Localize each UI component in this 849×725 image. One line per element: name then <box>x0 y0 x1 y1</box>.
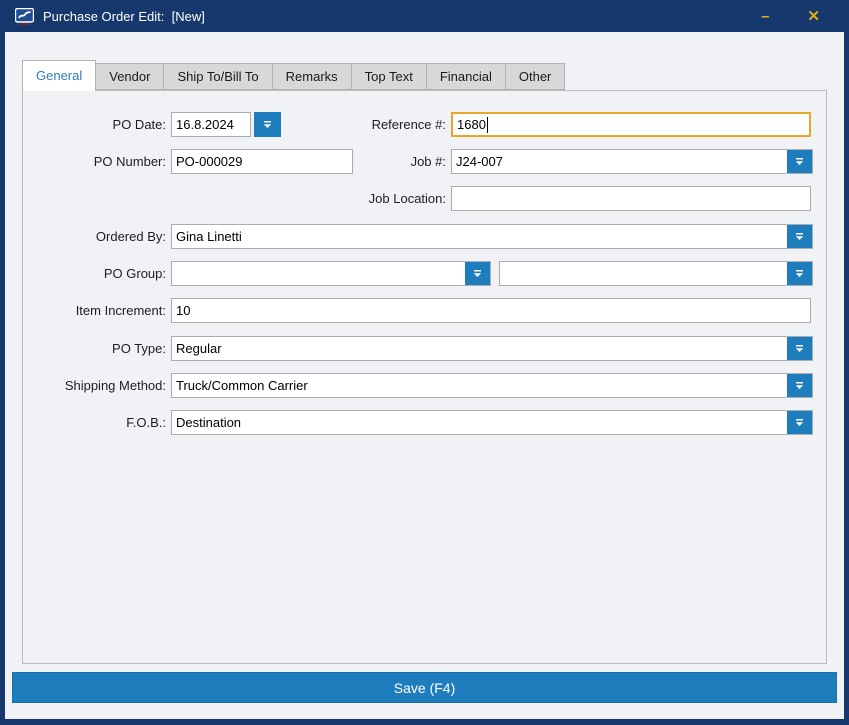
reference-label: Reference #: <box>371 117 446 132</box>
job-number-combo: J24-007 <box>451 149 813 174</box>
ordered-by-dropdown-button[interactable] <box>787 225 812 248</box>
po-type-combo: Regular <box>171 336 813 361</box>
tab-vendor[interactable]: Vendor <box>95 63 165 90</box>
app-icon <box>15 7 34 25</box>
po-group-label: PO Group: <box>103 266 166 281</box>
po-group-secondary-dropdown-button[interactable] <box>787 262 812 285</box>
po-group-primary-combo <box>171 261 491 286</box>
po-type-value[interactable]: Regular <box>172 337 787 360</box>
job-location-input[interactable] <box>451 186 811 211</box>
job-number-label: Job #: <box>410 154 446 169</box>
tab-general[interactable]: General <box>22 60 97 91</box>
item-increment-label: Item Increment: <box>75 303 166 318</box>
fob-value[interactable]: Destination <box>172 411 787 434</box>
shipping-method-label: Shipping Method: <box>64 378 166 393</box>
titlebar: Purchase Order Edit: [New] – ✕ <box>5 0 844 32</box>
titlebar-controls: – ✕ <box>761 9 834 24</box>
reference-value: 1680 <box>457 117 486 132</box>
job-number-value[interactable]: J24-007 <box>452 150 787 173</box>
shipping-method-dropdown-button[interactable] <box>787 374 812 397</box>
po-group-secondary-combo <box>499 261 813 286</box>
po-type-label: PO Type: <box>112 341 166 356</box>
tab-remarks[interactable]: Remarks <box>271 63 352 90</box>
fob-combo: Destination <box>171 410 813 435</box>
purchase-order-edit-window: Purchase Order Edit: [New] – ✕ General V… <box>0 0 849 725</box>
fob-label: F.O.B.: <box>126 415 166 430</box>
dropdown-arrow-icon <box>263 121 272 128</box>
po-date-label: PO Date: <box>112 117 166 132</box>
item-increment-input[interactable] <box>171 298 811 323</box>
ordered-by-label: Ordered By: <box>95 229 166 244</box>
window-title: Purchase Order Edit: [New] <box>43 8 205 24</box>
fob-dropdown-button[interactable] <box>787 411 812 434</box>
save-button[interactable]: Save (F4) <box>12 672 837 703</box>
po-group-primary-dropdown-button[interactable] <box>465 262 490 285</box>
po-number-label: PO Number: <box>93 154 166 169</box>
po-date-input[interactable] <box>171 112 251 137</box>
job-number-dropdown-button[interactable] <box>787 150 812 173</box>
po-date-dropdown-button[interactable] <box>254 112 281 137</box>
dropdown-arrow-icon <box>795 158 804 165</box>
tab-ship-to-bill-to[interactable]: Ship To/Bill To <box>163 63 273 90</box>
window-content: General Vendor Ship To/Bill To Remarks T… <box>5 32 844 719</box>
dropdown-arrow-icon <box>795 382 804 389</box>
po-type-dropdown-button[interactable] <box>787 337 812 360</box>
tab-panel-general: PO Date: Reference #: 1680 PO Number: Jo… <box>22 90 827 664</box>
close-button[interactable]: ✕ <box>807 9 820 24</box>
minimize-button[interactable]: – <box>761 9 769 24</box>
po-group-primary-value[interactable] <box>172 262 465 285</box>
ordered-by-combo: Gina Linetti <box>171 224 813 249</box>
tab-top-text[interactable]: Top Text <box>350 63 427 90</box>
dropdown-arrow-icon <box>795 270 804 277</box>
dropdown-arrow-icon <box>795 233 804 240</box>
tab-strip: General Vendor Ship To/Bill To Remarks T… <box>22 60 566 91</box>
dropdown-arrow-icon <box>795 419 804 426</box>
po-group-secondary-value[interactable] <box>500 262 787 285</box>
reference-input[interactable]: 1680 <box>451 112 811 137</box>
shipping-method-value[interactable]: Truck/Common Carrier <box>172 374 787 397</box>
dropdown-arrow-icon <box>795 345 804 352</box>
shipping-method-combo: Truck/Common Carrier <box>171 373 813 398</box>
ordered-by-value[interactable]: Gina Linetti <box>172 225 787 248</box>
job-location-label: Job Location: <box>368 191 446 206</box>
tab-financial[interactable]: Financial <box>425 63 506 90</box>
dropdown-arrow-icon <box>473 270 482 277</box>
tab-other[interactable]: Other <box>504 63 566 90</box>
text-caret <box>486 116 488 133</box>
